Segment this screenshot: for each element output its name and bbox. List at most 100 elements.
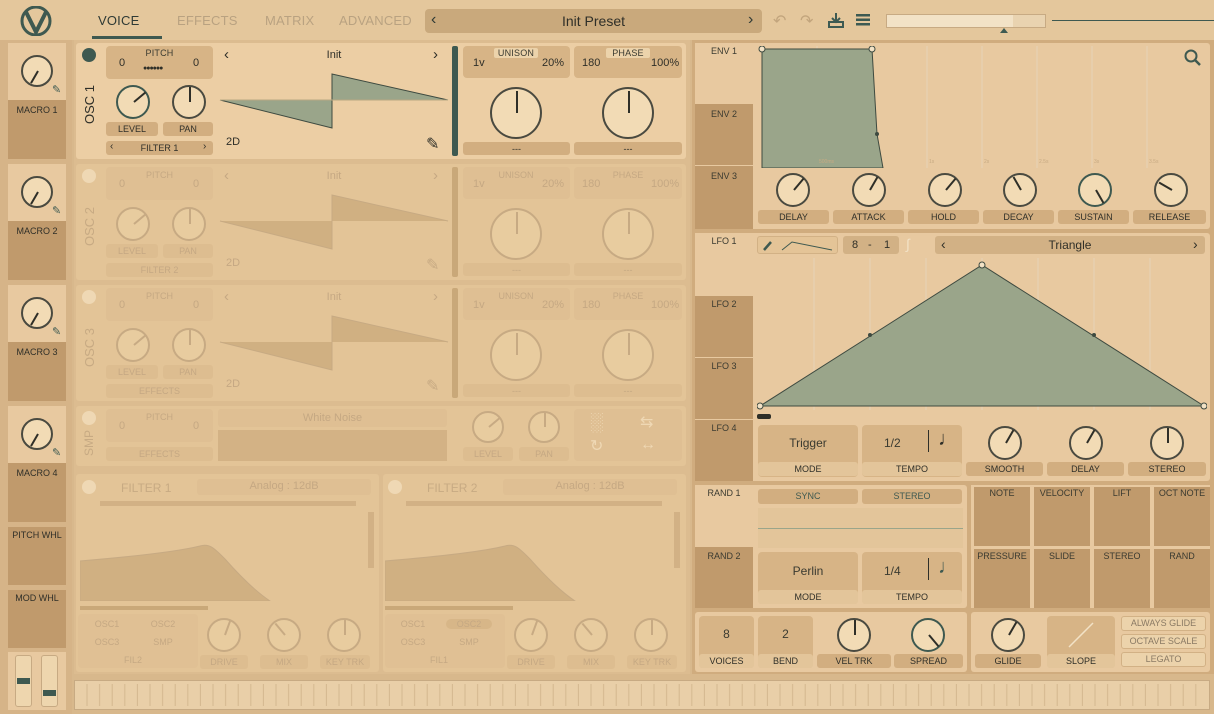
osc-3-unison-mode[interactable]: --- (463, 384, 570, 397)
osc-1-pitch-octave[interactable]: 0 (119, 57, 125, 69)
undo-icon[interactable]: ↶ (773, 11, 786, 31)
osc-2-pitch-octave[interactable]: 0 (119, 178, 125, 190)
osc-2-pan-knob[interactable] (172, 207, 206, 241)
env-decay-knob[interactable] (1003, 173, 1037, 207)
sampler-pan-knob[interactable] (528, 411, 560, 443)
filter-2-source-osc2[interactable]: OSC2 (446, 619, 492, 629)
lfo-smooth-knob[interactable] (988, 426, 1022, 460)
filter-1-source-osc2[interactable]: OSC2 (140, 619, 186, 629)
tab-voice[interactable]: VOICE (98, 13, 139, 28)
filter-1-source-osc3[interactable]: OSC3 (84, 637, 130, 647)
sampler-pitch-fine[interactable]: 0 (193, 420, 199, 432)
osc-3-pan-knob[interactable] (172, 328, 206, 362)
keytrack-icon[interactable]: ░ (590, 412, 603, 433)
lfo-grid-x[interactable]: 8 (852, 239, 858, 251)
filter-1-source-smp[interactable]: SMP (140, 637, 186, 647)
lfo-phase-marker[interactable] (757, 414, 771, 419)
save-icon[interactable] (827, 12, 845, 28)
volume-meter[interactable] (886, 14, 1046, 28)
osc-2-toggle[interactable] (82, 169, 96, 183)
edit-pencil-icon[interactable]: ✎ (426, 134, 439, 154)
tab-matrix[interactable]: MATRIX (265, 13, 314, 28)
osc-1-phase-knob[interactable] (602, 87, 654, 139)
shuffle-icon[interactable]: ⇆ (640, 412, 653, 432)
macro-3-knob[interactable] (21, 297, 53, 329)
filter-2-source-fil1[interactable]: FIL1 (416, 655, 462, 665)
filter-2-source-osc3[interactable]: OSC3 (390, 637, 436, 647)
osc-1-unison-mode[interactable]: --- (463, 142, 570, 155)
lfo-stereo-knob[interactable] (1150, 426, 1184, 460)
osc-2-dimension[interactable]: 2D (226, 257, 240, 269)
osc-2-phase-knob[interactable] (602, 208, 654, 260)
legato-toggle[interactable]: LEGATO (1121, 652, 1206, 667)
osc-1-phase-random[interactable]: 100% (651, 57, 679, 69)
filter-2-toggle[interactable] (388, 480, 402, 494)
filter-1-cutoff-slider[interactable] (80, 606, 208, 610)
osc-3-phase-random[interactable]: 100% (651, 299, 679, 311)
filter-1-toggle[interactable] (82, 480, 96, 494)
pencil-icon[interactable]: ✎ (52, 446, 61, 459)
osc-3-unison-voices[interactable]: 1v (473, 299, 485, 311)
osc-2-phase-mode[interactable]: --- (574, 263, 682, 276)
macro-1-knob[interactable] (21, 55, 53, 87)
osc-3-destination[interactable]: EFFECTS (106, 384, 213, 398)
lfo-paint-mode[interactable] (757, 236, 838, 254)
osc-3-detune-knob[interactable] (490, 329, 542, 381)
osc-3-phase-value[interactable]: 180 (582, 299, 600, 311)
tab-effects[interactable]: EFFECTS (177, 13, 238, 28)
osc-3-unison-detune[interactable]: 20% (542, 299, 564, 311)
osc-3-phase-knob[interactable] (602, 329, 654, 381)
osc-1-toggle[interactable] (82, 48, 96, 62)
lfo-graph[interactable] (757, 258, 1207, 410)
osc-1-destination[interactable]: FILTER 1 (106, 141, 213, 155)
wave-next-icon[interactable]: › (433, 288, 438, 305)
osc-1-level-bar[interactable] (452, 46, 458, 156)
filter-1-keytrk-knob[interactable] (327, 618, 361, 652)
vel-trk-knob[interactable] (837, 618, 871, 652)
filter-2-resonance-slider[interactable] (674, 512, 680, 568)
preset-next-icon[interactable]: › (748, 11, 753, 29)
osc-2-unison-mode[interactable]: --- (463, 263, 570, 276)
filter-2-source-osc1[interactable]: OSC1 (390, 619, 436, 629)
osc-1-detune-knob[interactable] (490, 87, 542, 139)
sampler-destination[interactable]: EFFECTS (106, 447, 213, 461)
smooth-curve-icon[interactable]: ∫ (906, 236, 910, 252)
env-hold-knob[interactable] (928, 173, 962, 207)
macro-4-knob[interactable] (21, 418, 53, 450)
osc-1-phase-value[interactable]: 180 (582, 57, 600, 69)
osc-1-unison-detune[interactable]: 20% (542, 57, 564, 69)
lfo-delay-knob[interactable] (1069, 426, 1103, 460)
rand-stereo-toggle[interactable]: STEREO (862, 489, 962, 504)
mod-wheel[interactable] (41, 655, 58, 707)
filter-2-drive-knob[interactable] (514, 618, 548, 652)
osc-2-unison-voices[interactable]: 1v (473, 178, 485, 190)
preset-name[interactable]: Init Preset (425, 13, 762, 29)
osc-3-level-knob[interactable] (116, 328, 150, 362)
sampler-toggle[interactable] (82, 411, 96, 425)
bounce-icon[interactable]: ↔ (640, 436, 656, 454)
wave-prev-icon[interactable]: ‹ (224, 167, 229, 184)
pitch-wheel[interactable] (15, 655, 32, 707)
osc-1-pitch-fine[interactable]: 0 (193, 57, 199, 69)
keyboard[interactable] (74, 680, 1210, 710)
pencil-icon[interactable]: ✎ (52, 325, 61, 338)
note-icon[interactable]: ♩ (938, 556, 958, 579)
prev-icon[interactable]: ‹ (110, 141, 113, 152)
edit-pencil-icon[interactable]: ✎ (426, 376, 439, 396)
osc-3-toggle[interactable] (82, 290, 96, 304)
osc-2-level-bar[interactable] (452, 167, 458, 277)
osc-1-pan-knob[interactable] (172, 85, 206, 119)
tab-advanced[interactable]: ADVANCED (339, 13, 412, 28)
macro-2-knob[interactable] (21, 176, 53, 208)
osc-3-pitch-fine[interactable]: 0 (193, 299, 199, 311)
osc-2-destination[interactable]: FILTER 2 (106, 263, 213, 277)
osc-3-level-bar[interactable] (452, 288, 458, 398)
filter-1-drive-knob[interactable] (207, 618, 241, 652)
redo-icon[interactable]: ↷ (800, 11, 813, 31)
osc-2-detune-knob[interactable] (490, 208, 542, 260)
octave-scale-toggle[interactable]: OCTAVE SCALE (1121, 634, 1206, 649)
glide-knob[interactable] (991, 618, 1025, 652)
osc-1-dimension[interactable]: 2D (226, 136, 240, 148)
osc-3-pitch-octave[interactable]: 0 (119, 299, 125, 311)
osc-2-pitch-fine[interactable]: 0 (193, 178, 199, 190)
